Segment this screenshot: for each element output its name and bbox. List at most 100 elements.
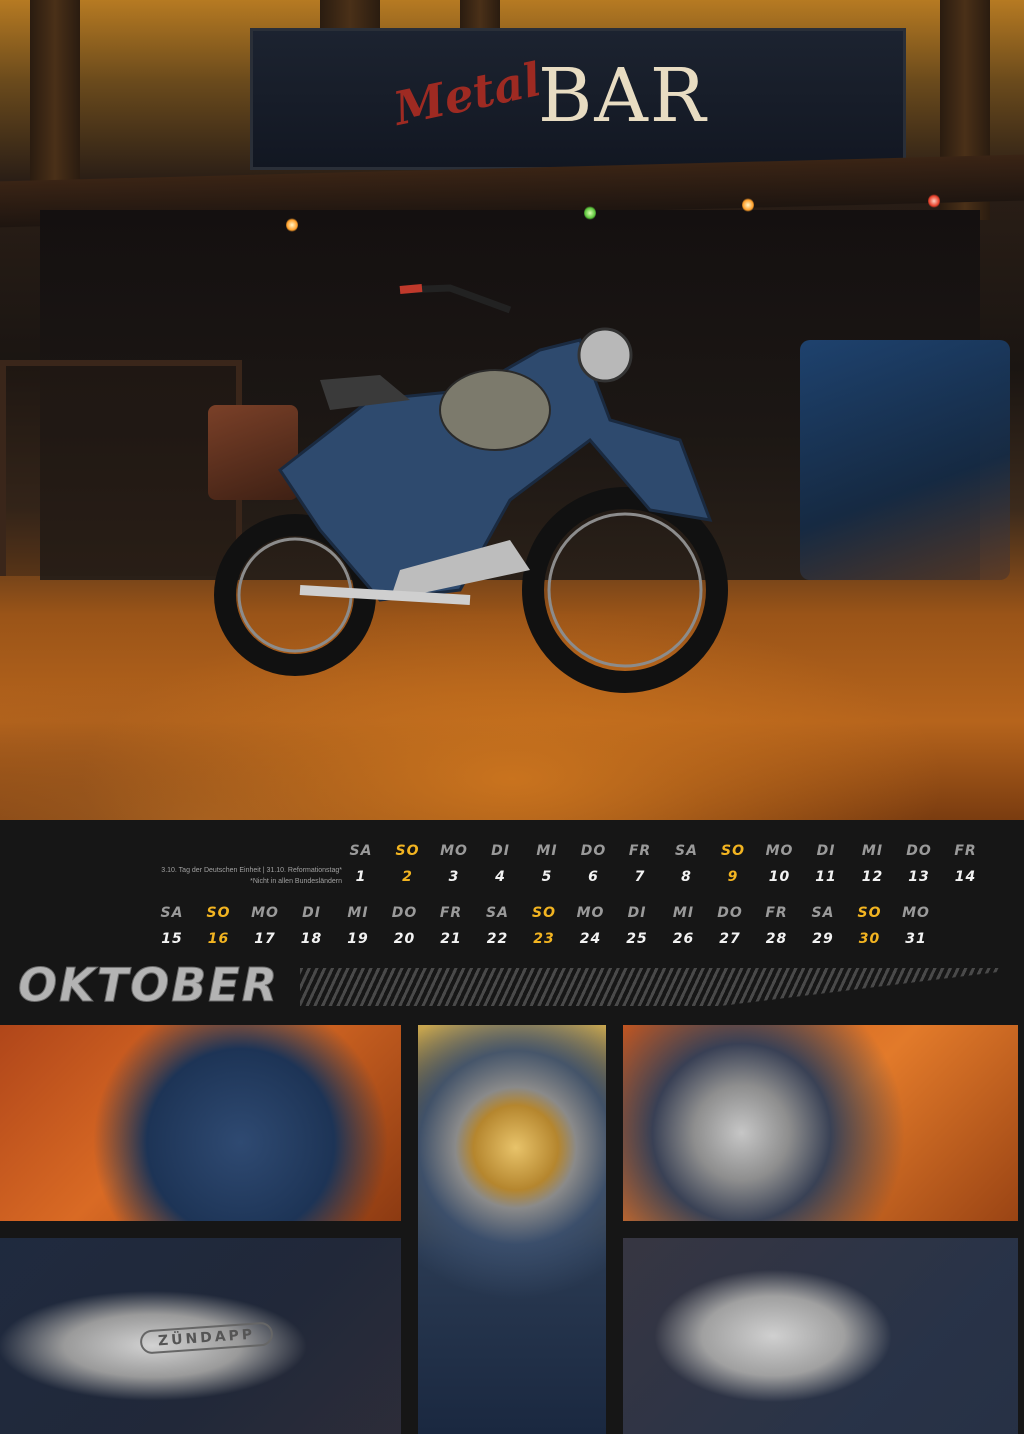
day-number: 16	[207, 931, 230, 947]
calendar-day: MO 17	[242, 905, 288, 947]
calendar-day: DO 13	[896, 843, 942, 885]
holiday-note-line: 3.10. Tag der Deutschen Einheit | 31.10.…	[161, 867, 342, 874]
string-light	[286, 218, 298, 232]
weekday-label: DI	[816, 843, 836, 859]
day-number: 12	[861, 869, 884, 885]
weekday-label: FR	[765, 905, 788, 921]
day-number: 7	[634, 869, 646, 885]
weekday-label: DI	[491, 843, 510, 859]
weekday-label: MI	[672, 905, 695, 921]
calendar-day: MI 19	[335, 905, 381, 947]
detail-photo-handlebar-horn	[623, 1025, 1018, 1221]
calendar-day: SA 8	[664, 843, 710, 885]
calendar-day: DO 20	[382, 905, 428, 947]
day-number: 18	[300, 931, 323, 947]
weekday-label: SA	[160, 905, 184, 921]
weekday-label: DI	[302, 905, 321, 921]
string-light	[928, 194, 940, 208]
weekday-label: SO	[857, 905, 882, 921]
weekday-label: SO	[206, 905, 231, 921]
holiday-footnote: *Nicht in allen Bundesländern	[250, 878, 342, 885]
weekday-label: FR	[954, 843, 977, 859]
day-number: 4	[495, 869, 506, 885]
detail-photo-fan-cover	[623, 1238, 1018, 1434]
weekday-label: SA	[811, 905, 835, 921]
day-number: 1	[355, 869, 367, 885]
calendar-day: SO 2	[385, 843, 431, 885]
calendar-day: MI 12	[850, 843, 896, 885]
weekday-label: MO	[576, 905, 605, 921]
calendar-day: DI 25	[614, 905, 660, 947]
weekday-label: DO	[580, 843, 607, 859]
day-number: 26	[672, 931, 695, 947]
calendar-day: FR 7	[617, 843, 663, 885]
weekday-label: MI	[347, 905, 369, 921]
calendar-day: DO 6	[571, 843, 617, 885]
day-number: 29	[812, 931, 834, 947]
detail-photo-engine-cover: ZÜNDAPP	[0, 1238, 401, 1434]
bar-sign-text: BAR	[538, 53, 708, 139]
calendar-day: MO 24	[568, 905, 614, 947]
day-number: 5	[541, 869, 553, 885]
weekday-label: DO	[717, 905, 743, 921]
weekday-label: SA	[675, 843, 698, 859]
calendar-day: MO 31	[893, 905, 939, 947]
weekday-label: SA	[486, 905, 509, 921]
calendar-day: SA 15	[149, 905, 195, 947]
holiday-note: 3.10. Tag der Deutschen Einheit | 31.10.…	[120, 865, 342, 887]
weekday-label: DI	[627, 905, 647, 921]
weekday-label: FR	[628, 843, 652, 859]
gas-cylinder-cart	[800, 340, 1010, 580]
day-number: 24	[579, 931, 602, 947]
calendar-day: SO 23	[521, 905, 567, 947]
day-number: 10	[768, 869, 791, 885]
day-number: 8	[681, 869, 692, 885]
calendar-day: SA 29	[800, 905, 846, 947]
calendar-day: DI 11	[803, 843, 849, 885]
calendar-day: MI 26	[661, 905, 707, 947]
weekday-label: DO	[906, 843, 932, 859]
calendar-day: MI 5	[524, 843, 570, 885]
day-number: 11	[815, 869, 837, 885]
month-title: OKTOBER	[17, 958, 280, 1013]
calendar-day: SO 30	[847, 905, 893, 947]
calendar-day: FR 14	[943, 843, 989, 885]
calendar-day: MO 10	[757, 843, 803, 885]
day-number: 28	[765, 931, 788, 947]
calendar-day: DI 4	[478, 843, 524, 885]
calendar-day: SO 9	[710, 843, 756, 885]
calendar-day: SO 16	[196, 905, 242, 947]
bar-sign-script: Metal	[389, 52, 546, 136]
calendar-day: SA 1	[338, 843, 384, 885]
day-number: 6	[588, 869, 599, 885]
day-number: 3	[448, 869, 460, 885]
detail-photo-headlight-front	[418, 1025, 606, 1434]
bar-sign: Metal BAR	[250, 28, 906, 170]
day-number: 31	[905, 931, 927, 947]
day-number: 17	[254, 931, 276, 947]
weekday-label: MO	[251, 905, 279, 921]
engine-brand-label: ZÜNDAPP	[139, 1321, 274, 1355]
calendar-day: MO 3	[431, 843, 477, 885]
day-number: 14	[954, 869, 977, 885]
motorcycle-illustration	[214, 284, 728, 693]
weekday-label: SO	[721, 843, 745, 859]
day-number: 2	[402, 869, 413, 885]
string-light	[742, 198, 754, 212]
weekday-label: FR	[439, 905, 463, 921]
day-number: 25	[626, 931, 648, 947]
weekday-label: DO	[391, 905, 418, 921]
calendar-day: DI 18	[289, 905, 335, 947]
day-number: 22	[486, 931, 509, 947]
day-number: 9	[727, 869, 739, 885]
day-number: 27	[719, 931, 741, 947]
weekday-label: MO	[902, 905, 930, 921]
day-number: 30	[858, 931, 881, 947]
day-number: 15	[161, 931, 183, 947]
hero-photo: Metal BAR	[0, 0, 1024, 820]
calendar-day: SA 22	[475, 905, 521, 947]
workbench	[0, 360, 242, 576]
calendar-day: FR 21	[428, 905, 474, 947]
tree-trunk	[30, 0, 80, 200]
calendar-day: FR 28	[754, 905, 800, 947]
